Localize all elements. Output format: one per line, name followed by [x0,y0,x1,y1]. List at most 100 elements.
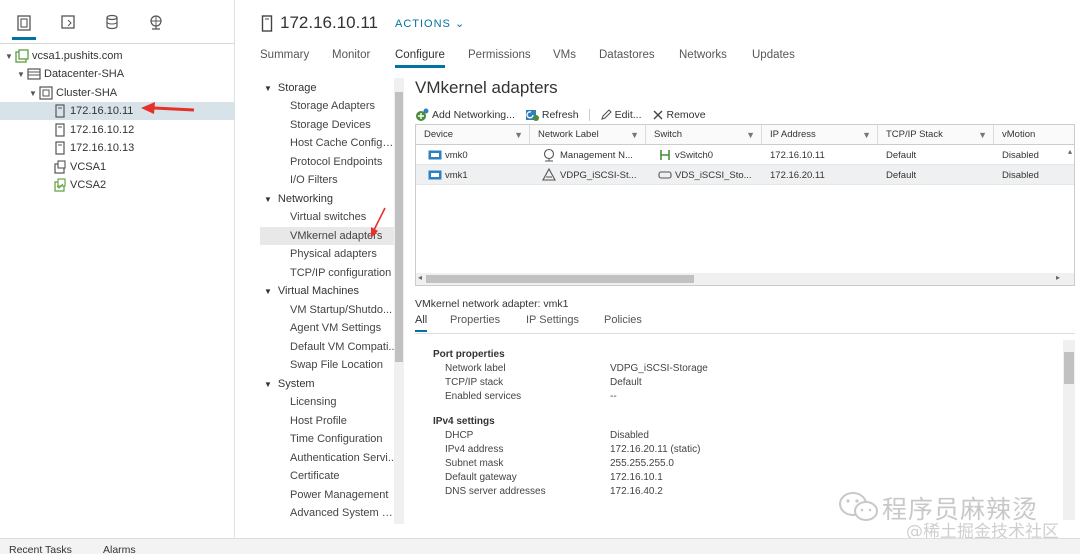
nav-io-filters[interactable]: I/O Filters [290,174,398,186]
add-networking-label: Add Networking... [432,109,515,121]
nav-section-label: Storage [277,82,317,94]
tab-permissions[interactable]: Permissions [468,49,531,61]
tab-summary[interactable]: Summary [260,49,309,61]
nav-certificate[interactable]: Certificate [290,470,398,482]
grid-scrollbar-thumb[interactable] [426,275,694,283]
nav-section-label: Virtual Machines [277,285,360,297]
actions-menu[interactable]: ACTIONS ⌄ [395,17,465,30]
nav-time-configuration[interactable]: Time Configuration [290,433,398,445]
tab-monitor[interactable]: Monitor [332,49,370,61]
filter-icon[interactable]: ▼ [630,130,639,140]
nav-storage-adapters[interactable]: Storage Adapters [290,100,398,112]
nav-scrollbar-thumb[interactable] [395,92,403,362]
nav-host-cache[interactable]: Host Cache Configur... [290,137,398,149]
property-key: Subnet mask [445,458,504,469]
expand-caret-icon[interactable]: ▼ [4,52,14,61]
tab-updates[interactable]: Updates [752,49,795,61]
detail-scrollbar-thumb[interactable] [1064,352,1074,384]
filter-icon[interactable]: ▼ [862,130,871,140]
nav-swap-file-location[interactable]: Swap File Location [290,359,398,371]
cell-ip-address: 172.16.20.11 [770,169,825,181]
tab-vms[interactable]: VMs [553,49,576,61]
nav-section-virtual-machines[interactable]: ▼ Virtual Machines [264,285,359,297]
nav-default-vm-compat[interactable]: Default VM Compati... [290,341,398,353]
nav-section-storage[interactable]: ▼ Storage [264,82,316,94]
scroll-right-icon[interactable]: ▸ [1056,273,1060,282]
filter-icon[interactable]: ▼ [978,130,987,140]
refresh-button[interactable]: Refresh [525,108,579,122]
configure-nav: ▼ Storage Storage Adapters Storage Device… [258,78,404,524]
nav-storage-devices[interactable]: Storage Devices [290,119,398,131]
networking-view-icon[interactable] [144,10,168,34]
nav-host-profile[interactable]: Host Profile [290,415,398,427]
tree-host-label: 172.16.10.11 [70,105,134,117]
nav-section-networking[interactable]: ▼ Networking [264,193,333,205]
tree-host-label: 172.16.10.13 [70,142,135,154]
grid-horizontal-scrollbar[interactable]: ◂ ▸ [416,273,1074,285]
panel-title: VMkernel adapters [415,78,558,97]
tab-networks[interactable]: Networks [679,49,727,61]
wechat-logo-icon [839,492,878,521]
nav-advanced-system-settings[interactable]: Advanced System S... [290,507,398,519]
detail-tab-all[interactable]: All [415,314,428,332]
hosts-clusters-view-icon[interactable] [12,8,36,40]
nav-vm-startup[interactable]: VM Startup/Shutdo... [290,304,398,316]
detail-tab-ip-settings[interactable]: IP Settings [526,314,579,326]
tree-vcenter[interactable]: ▼ vcsa1.pushits.com [0,47,235,65]
edit-button[interactable]: Edit... [588,109,642,121]
nav-agent-vm-settings[interactable]: Agent VM Settings [290,322,398,334]
cluster-icon [39,86,53,100]
tree-datacenter[interactable]: ▼ Datacenter-SHA [0,65,235,83]
nav-licensing[interactable]: Licensing [290,396,398,408]
tree-host-3[interactable]: 172.16.10.13 [0,139,235,157]
cell-device: vmk0 [424,145,530,165]
nav-authentication-services[interactable]: Authentication Servi... [290,452,398,464]
add-networking-button[interactable]: Add Networking... [415,108,515,122]
column-header-network-label[interactable]: Network Label ▼ [530,125,646,145]
detail-tab-properties[interactable]: Properties [450,314,500,326]
tree-vm-2[interactable]: VCSA2 [0,176,235,194]
tree-vm-1[interactable]: VCSA1 [0,158,235,176]
table-row[interactable]: vmk0 Management N... vSwitch0 172.16.10.… [416,145,1074,165]
tree-host-1[interactable]: 172.16.10.11 [0,102,235,120]
tree-host-2[interactable]: 172.16.10.12 [0,121,235,139]
tree-cluster[interactable]: ▼ Cluster-SHA [0,84,235,102]
alarms-tab[interactable]: Alarms [103,544,136,556]
column-header-switch[interactable]: Switch ▼ [646,125,762,145]
cell-text: VDS_iSCSI_Sto... [675,169,752,181]
storage-view-icon[interactable] [100,10,124,34]
annotation-arrow-icon [371,207,386,238]
detail-tab-policies[interactable]: Policies [604,314,642,326]
host-icon [55,123,65,137]
host-icon [55,104,65,118]
property-key: Network label [445,363,506,374]
expand-caret-icon[interactable]: ▼ [28,89,38,98]
vms-templates-view-icon[interactable] [56,10,80,34]
expand-caret-icon[interactable]: ▼ [16,70,26,79]
cell-vmotion: Disabled [1002,149,1039,161]
property-value: 255.255.255.0 [610,458,674,469]
property-key: IPv4 address [445,444,504,455]
tab-configure[interactable]: Configure [395,49,445,68]
column-header-ip-address[interactable]: IP Address ▼ [762,125,878,145]
scroll-left-icon[interactable]: ◂ [418,273,422,282]
nav-section-system[interactable]: ▼ System [264,378,315,390]
remove-button[interactable]: Remove [652,109,706,121]
nav-protocol-endpoints[interactable]: Protocol Endpoints [290,156,398,168]
nav-tcpip-configuration[interactable]: TCP/IP configuration [290,267,398,279]
property-key: DHCP [445,430,474,441]
column-header-device[interactable]: Device ▼ [416,125,530,145]
nav-physical-adapters[interactable]: Physical adapters [290,248,398,260]
filter-icon[interactable]: ▼ [746,130,755,140]
tab-datastores[interactable]: Datastores [599,49,655,61]
scroll-up-icon[interactable]: ▴ [1068,147,1072,156]
recent-tasks-tab[interactable]: Recent Tasks [9,544,72,556]
table-row[interactable]: vmk1 VDPG_iSCSI-St... VDS_iSCSI_Sto... 1… [416,165,1074,185]
column-header-vmotion[interactable]: vMotion [994,125,1074,145]
tree-vm-label: VCSA1 [70,161,107,173]
nav-section-label: System [277,378,315,390]
column-header-tcpip-stack[interactable]: TCP/IP Stack ▼ [878,125,994,145]
filter-icon[interactable]: ▼ [514,130,523,140]
detail-tabs: All Properties IP Settings Policies [415,314,1075,334]
nav-power-management[interactable]: Power Management [290,489,398,501]
